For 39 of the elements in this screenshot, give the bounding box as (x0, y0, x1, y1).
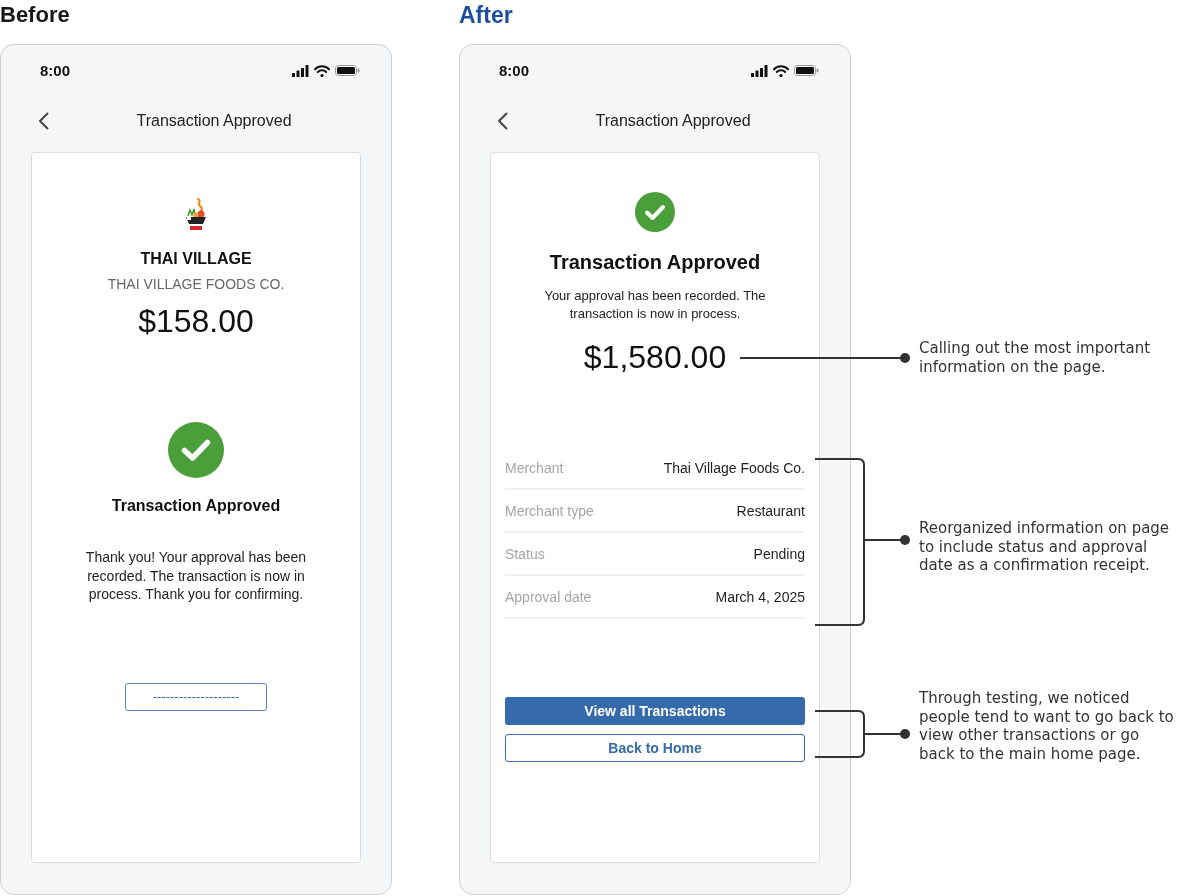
confirmation-message: Thank you! Your approval has been recorded. The transaction is now in process. Thank you for confirming. (84, 548, 308, 604)
detail-value: Thai Village Foods Co. (663, 459, 805, 476)
detail-label: Merchant (505, 459, 564, 476)
status-time: 8:00 (499, 62, 530, 79)
merchant-legal-name: THAI VILLAGE FOODS CO. (107, 275, 285, 293)
screen-title: Transaction Approved (595, 112, 751, 130)
battery-icon (335, 65, 360, 76)
confirmation-message: Your approval has been recorded. The transaction is now in process. (543, 287, 767, 323)
detail-label: Merchant type (505, 502, 594, 519)
signal-icon (292, 64, 309, 77)
section-heading: After (459, 1, 513, 30)
check-circle-icon (168, 422, 224, 478)
section-heading: Before (0, 1, 70, 29)
merchant-name: THAI VILLAGE (140, 249, 252, 269)
annotation-text: Reorganized information on page to include status and approval date as a confirmation receipt. (919, 519, 1171, 575)
annotation-text: Through testing, we noticed people tend to want to go back to view other transactions or go back to the main home page. (919, 689, 1175, 764)
back-chevron-icon[interactable] (38, 112, 49, 130)
placeholder-button[interactable]: -------------------- (125, 682, 267, 711)
view-transactions-button[interactable]: View all Transactions (505, 697, 805, 725)
back-chevron-icon[interactable] (497, 112, 508, 130)
detail-label: Approval date (505, 588, 592, 605)
signal-icon (751, 64, 768, 77)
detail-value: March 4, 2025 (715, 588, 805, 605)
back-home-button[interactable]: Back to Home (505, 734, 805, 762)
check-circle-icon (635, 192, 675, 232)
confirmation-title: Transaction Approved (549, 250, 761, 274)
detail-value: Pending (753, 545, 805, 562)
detail-value: Restaurant (736, 502, 805, 519)
annotation-text: Calling out the most important information on the page. (919, 339, 1152, 377)
screen-title: Transaction Approved (136, 112, 292, 130)
detail-label: Status (505, 545, 545, 562)
wifi-icon (773, 64, 789, 77)
amount-text: $158.00 (138, 302, 254, 340)
amount-text: $1,580.00 (583, 338, 727, 376)
bowl-logo-icon (185, 198, 207, 232)
confirmation-title: Transaction Approved (111, 496, 281, 516)
wifi-icon (314, 64, 330, 77)
status-time: 8:00 (40, 62, 71, 79)
battery-icon (794, 65, 819, 76)
